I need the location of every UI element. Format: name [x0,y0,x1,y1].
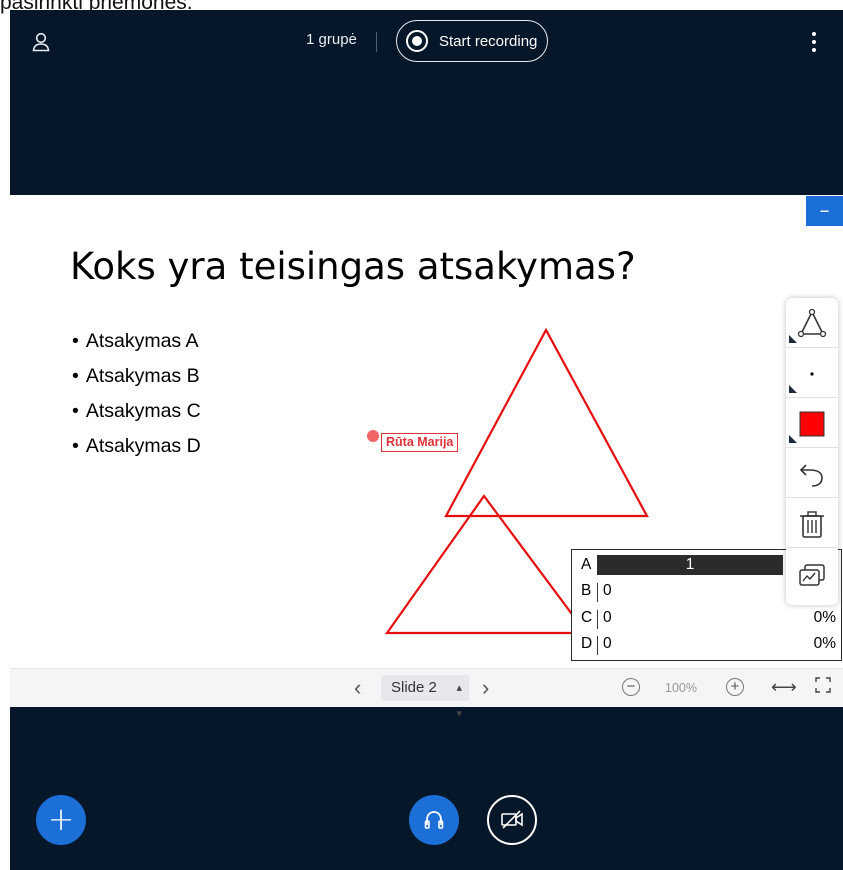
triangle-shape-icon [797,308,827,338]
slide-select[interactable]: Slide 2 ▴ ▾ [381,675,469,720]
top-bar: 1 grupė Start recording [10,10,843,74]
shape-tool-button[interactable] [786,298,838,348]
slide-label: Slide 2 [391,679,437,696]
poll-count: 0 [603,609,612,626]
pencil-thickness-icon [810,372,814,376]
poll-row: D 0 0% [572,632,842,658]
multi-user-whiteboard-button[interactable] [786,550,838,600]
color-icon [799,411,825,437]
start-recording-button[interactable]: Start recording [396,20,548,62]
submenu-indicator [789,385,797,393]
poll-percent: 0% [813,609,836,626]
clear-annotations-button[interactable] [786,498,838,548]
slide-controls-bar: ‹ Slide 2 ▴ ▾ › − 100% + ⟷ [10,668,843,720]
poll-count: 0 [603,582,612,599]
audio-button[interactable] [409,795,459,845]
select-arrows-icon: ▴ ▾ [456,682,462,720]
poll-option: B [581,582,592,599]
zoom-in-icon[interactable]: + [726,678,744,696]
previous-slide-icon[interactable]: ‹ [354,675,361,701]
zoom-out-icon[interactable]: − [622,678,640,696]
poll-row: C 0 0% [572,606,842,632]
poll-bar: 1 [597,555,783,575]
actions-plus-button[interactable]: + [36,795,86,845]
thickness-tool-button[interactable] [786,348,838,398]
next-slide-icon[interactable]: › [482,675,489,701]
cursor-user-label: Rūta Marija [381,433,459,452]
undo-button[interactable] [786,448,838,498]
meeting-title: 1 grupė [306,31,357,48]
bigbluebutton-window: 1 grupė Start recording – Koks yra teisi… [10,10,843,870]
options-menu-icon[interactable] [810,32,818,52]
user-list-icon[interactable] [32,32,50,52]
trash-icon [800,511,824,538]
divider [376,32,377,52]
poll-percent: 0% [813,635,836,652]
headphones-icon [424,811,444,829]
presentation-area: – Koks yra teisingas atsakymas? Atsakyma… [10,195,843,668]
whiteboard-toolbar [786,298,838,605]
poll-option: D [581,635,593,652]
divider [597,610,598,629]
color-tool-button[interactable] [786,398,838,448]
record-icon [406,30,428,52]
multi-user-icon [799,564,825,586]
camera-off-icon [501,810,523,829]
poll-option: C [581,609,593,626]
video-button[interactable] [487,795,537,845]
divider [597,583,598,602]
submenu-indicator [789,435,797,443]
submenu-indicator [789,335,797,343]
fullscreen-icon[interactable] [815,677,831,693]
zoom-level: 100% [665,681,697,695]
divider [597,636,598,655]
remote-cursor [367,430,379,442]
recording-label: Start recording [439,32,538,50]
triangle-annotation-large [444,327,649,518]
fit-to-width-icon[interactable]: ⟷ [771,677,797,698]
poll-option: A [581,556,592,573]
undo-icon [799,464,823,487]
poll-count: 0 [603,635,612,652]
